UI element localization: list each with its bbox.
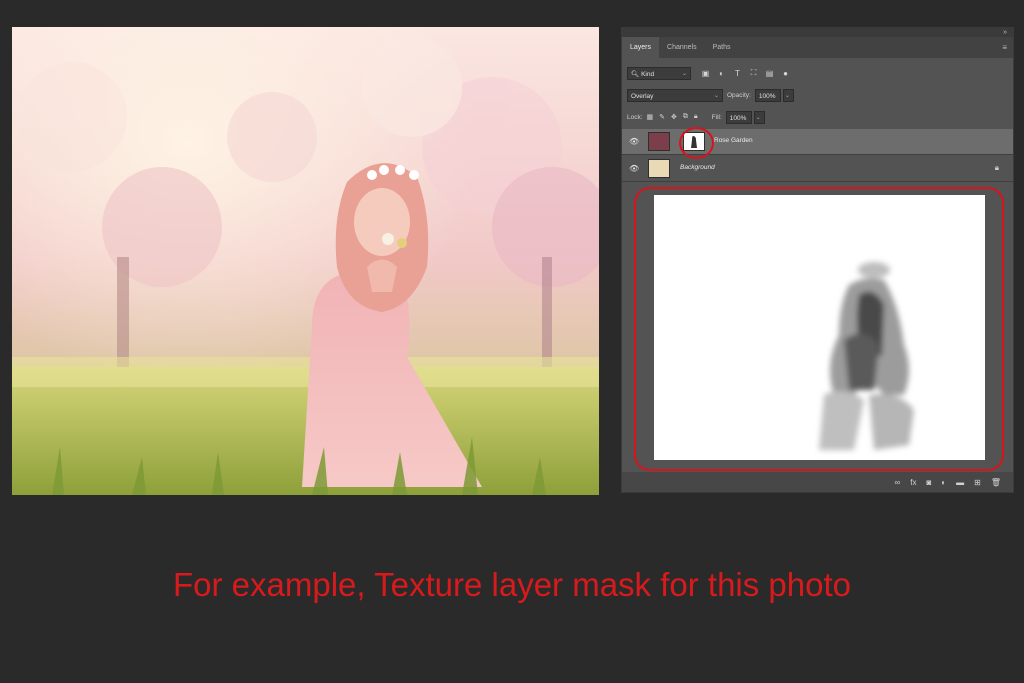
image-filter-icon[interactable]: ▣ [701,69,710,78]
photo-image [12,27,599,495]
mask-icon[interactable]: ◙ [926,478,931,487]
mask-preview-highlight [634,187,1004,471]
filter-row: 🔍︎ Kind ⌄ ▣ ◐ T ⛶ ▤ ● [622,62,1013,84]
adjustment-filter-icon[interactable]: ◐ [717,69,726,78]
blend-mode-select[interactable]: Overlay ⌄ [627,88,723,102]
fill-field[interactable]: 100% [725,110,752,124]
caption: For example, Texture layer mask for this… [172,566,851,603]
lock-transparent-icon[interactable]: ▦ [647,113,654,121]
blend-row: Overlay ⌄ Opacity: 100% ⌄ [622,84,1013,106]
photo-canvas [12,27,599,495]
fill-label: Fill: [711,113,722,121]
lock-image-icon[interactable]: ✎ [659,113,665,121]
layers-bottom-bar: ∞ fx ◙ ◐ ▬ ⊞ 🗑︎ [622,472,1013,492]
trash-icon[interactable]: 🗑︎ [991,478,1001,487]
collapse-icon[interactable]: » [1003,28,1007,37]
fill-dropdown[interactable]: ⌄ [753,110,765,124]
chevron-down-icon: ⌄ [755,114,761,121]
filter-toggle-icon[interactable]: ● [781,69,790,78]
layer-name[interactable]: Background [680,164,715,171]
panel-menu-icon[interactable]: ≡ [1002,43,1007,52]
lock-icon: 🔒︎ [994,163,999,172]
layer-name[interactable]: Rose Garden [714,137,753,144]
opacity-field[interactable]: 100% [754,88,781,102]
link-icon[interactable]: ∞ [895,478,901,487]
type-filter-icon[interactable]: T [733,69,742,78]
chevron-down-icon: ⌄ [713,92,719,99]
mask-thumbnail-highlight [679,127,714,159]
tab-paths[interactable]: Paths [705,37,739,58]
adjustment-icon[interactable]: ◐ [941,478,946,487]
tab-layers[interactable]: Layers [622,37,660,58]
tab-channels[interactable]: Channels [659,37,705,58]
lock-label: Lock: [627,113,643,121]
lock-artboard-icon[interactable]: ⧉ [683,113,688,121]
chevron-down-icon: ⌄ [681,70,687,77]
panel-tabs: Layers Channels Paths ≡ [622,37,1013,58]
layer-thumbnail [648,132,670,151]
fx-icon[interactable]: fx [910,478,916,487]
lock-all-icon[interactable]: 🔒︎ [694,113,698,121]
layer-thumbnail [648,159,670,178]
opacity-label: Opacity: [727,91,751,99]
eye-icon[interactable]: 👁︎ [629,164,639,173]
new-layer-icon[interactable]: ⊞ [974,478,981,487]
panel-collapse-bar[interactable]: » [622,28,1013,37]
kind-select[interactable]: 🔍︎ Kind ⌄ [627,66,691,80]
lock-position-icon[interactable]: ✥ [671,113,677,121]
search-icon: 🔍︎ [631,70,640,78]
lock-row: Lock: ▦ ✎ ✥ ⧉ 🔒︎ Fill: 100% ⌄ [622,106,1013,128]
eye-icon[interactable]: 👁︎ [629,137,639,146]
smart-object-filter-icon[interactable]: ▤ [765,69,774,78]
opacity-dropdown[interactable]: ⌄ [782,88,794,102]
folder-icon[interactable]: ▬ [956,478,964,487]
chevron-down-icon: ⌄ [784,92,790,99]
shape-filter-icon[interactable]: ⛶ [749,68,758,78]
layer-row-background[interactable]: 👁︎ Background 🔒︎ [622,156,1013,182]
